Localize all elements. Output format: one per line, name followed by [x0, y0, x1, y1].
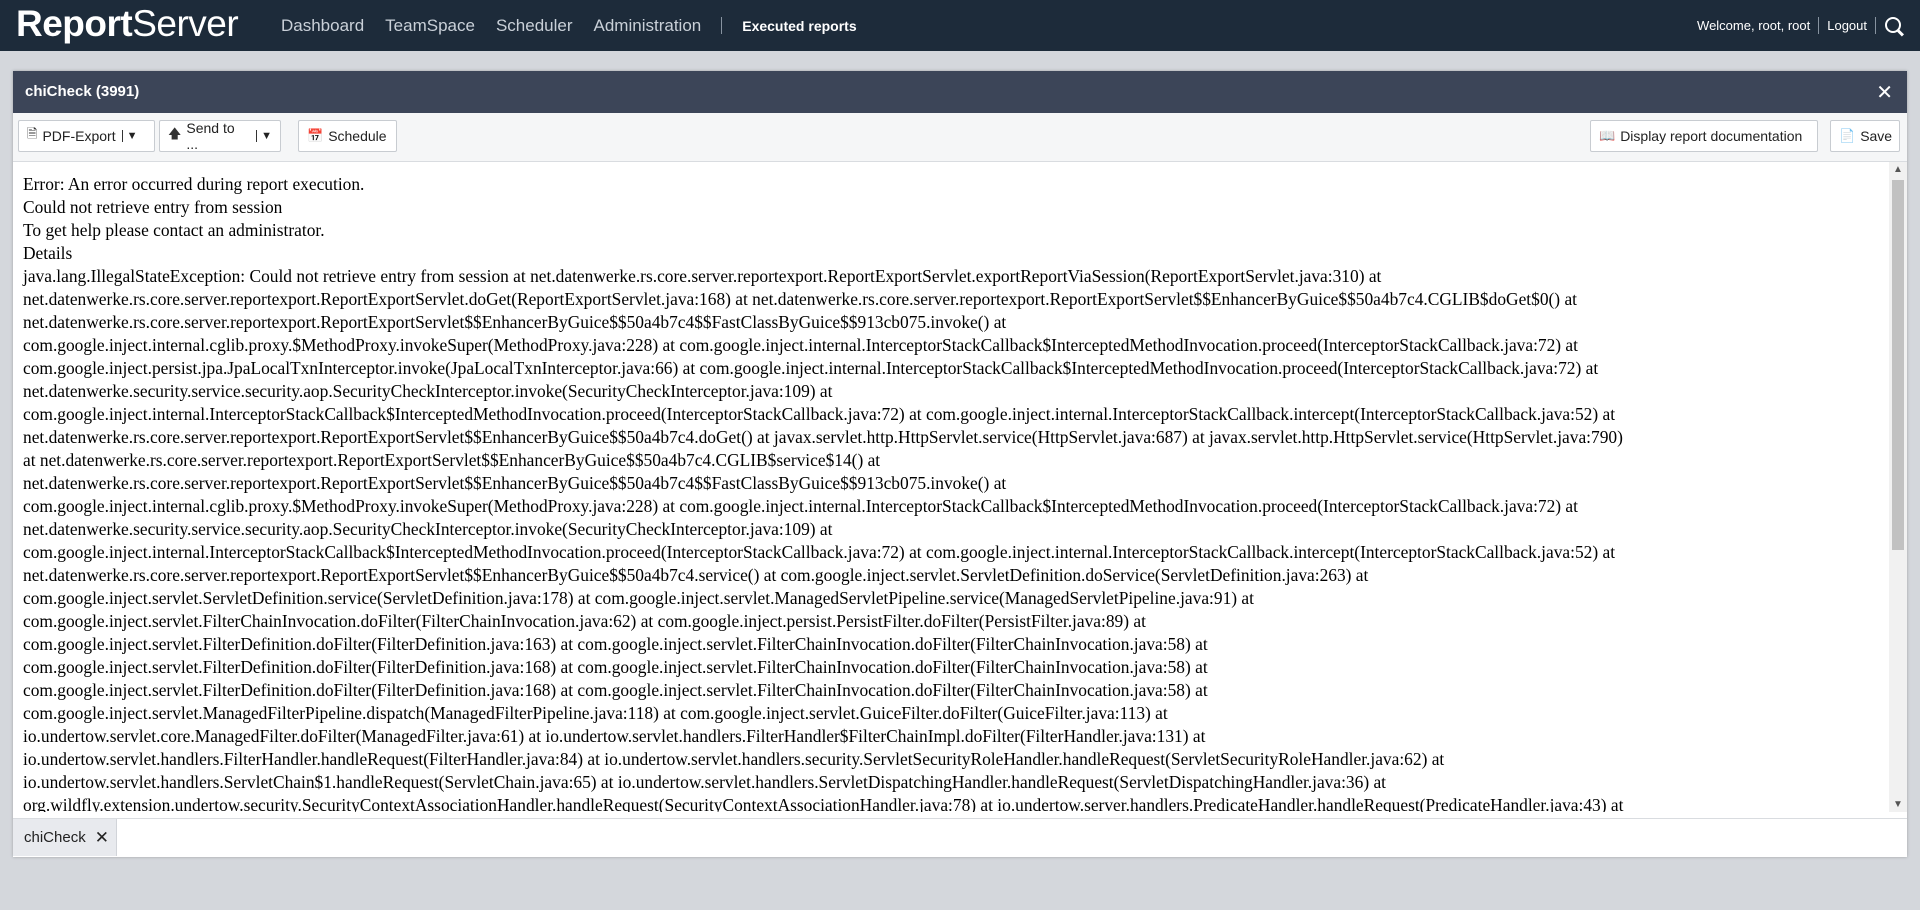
display-documentation-button[interactable]: 📖 Display report documentation: [1590, 120, 1818, 152]
error-line: Could not retrieve entry from session: [23, 197, 283, 217]
error-line: com.google.inject.servlet.FilterDefiniti…: [23, 657, 1208, 677]
nav-scheduler[interactable]: Scheduler: [496, 16, 573, 36]
file-icon: 📄: [1839, 128, 1856, 143]
panel-header: chiCheck (3991) ✕: [13, 71, 1907, 113]
error-line: com.google.inject.servlet.ServletDefinit…: [23, 588, 1254, 608]
error-line: io.undertow.servlet.handlers.FilterHandl…: [23, 749, 1445, 769]
scroll-thumb[interactable]: [1892, 180, 1904, 550]
error-line: net.datenwerke.security.service.security…: [23, 381, 833, 401]
save-label: Save: [1860, 128, 1893, 144]
reportserver-logo[interactable]: ReportServer: [16, 3, 239, 45]
error-line: com.google.inject.servlet.FilterDefiniti…: [23, 634, 1208, 654]
error-output: Error: An error occurred during report e…: [13, 162, 1889, 812]
nav-executed-reports[interactable]: Executed reports: [742, 18, 856, 34]
pdf-file-icon: 🗎: [27, 126, 38, 141]
book-icon: 📖: [1599, 128, 1616, 143]
upload-icon: 🡅: [168, 126, 182, 141]
error-line: com.google.inject.servlet.FilterChainInv…: [23, 611, 1146, 631]
nav-teamspace[interactable]: TeamSpace: [385, 16, 475, 36]
error-line: net.datenwerke.rs.core.server.reportexpo…: [23, 312, 1007, 332]
logo-bold-text: Report: [16, 3, 133, 44]
display-documentation-label: Display report documentation: [1620, 128, 1803, 144]
top-navigation-bar: ReportServer Dashboard TeamSpace Schedul…: [0, 0, 1920, 51]
calendar-icon: 📅: [307, 128, 324, 143]
report-panel: chiCheck (3991) ✕ 🗎 PDF-Export ▼ 🡅 Send …: [13, 71, 1907, 857]
nav-divider: [721, 17, 723, 34]
error-line: org.wildfly.extension.undertow.security.…: [23, 795, 1624, 812]
send-to-label: Send to ...: [186, 120, 235, 152]
welcome-text: Welcome, root, root: [1697, 18, 1811, 33]
search-icon[interactable]: [1884, 16, 1904, 36]
close-icon[interactable]: ✕: [1876, 80, 1893, 105]
tab-chicheck[interactable]: chiCheck ✕: [13, 819, 117, 856]
error-line: com.google.inject.servlet.ManagedFilterP…: [23, 703, 1168, 723]
pdf-export-label: PDF-Export: [42, 128, 116, 144]
tab-label: chiCheck: [24, 829, 86, 846]
error-line: java.lang.IllegalStateException: Could n…: [23, 266, 1382, 286]
panel-title: chiCheck (3991): [25, 83, 140, 100]
error-line: io.undertow.servlet.handlers.ServletChai…: [23, 772, 1387, 792]
error-line: To get help please contact an administra…: [23, 220, 325, 240]
send-to-button[interactable]: 🡅 Send to ... ▼: [159, 120, 281, 152]
error-line: com.google.inject.internal.cglib.proxy.$…: [23, 496, 1578, 516]
chevron-down-icon[interactable]: ▼: [256, 130, 272, 142]
error-line: at net.datenwerke.rs.core.server.reporte…: [23, 450, 881, 470]
user-divider: [1818, 17, 1820, 34]
schedule-button[interactable]: 📅 Schedule: [298, 120, 397, 152]
nav-dashboard[interactable]: Dashboard: [281, 16, 364, 36]
close-icon[interactable]: ✕: [95, 828, 109, 848]
error-line: net.datenwerke.rs.core.server.reportexpo…: [23, 473, 1007, 493]
error-line: io.undertow.servlet.core.ManagedFilter.d…: [23, 726, 1206, 746]
error-line: net.datenwerke.rs.core.server.reportexpo…: [23, 565, 1369, 585]
report-toolbar: 🗎 PDF-Export ▼ 🡅 Send to ... ▼ 📅 Schedul…: [13, 113, 1907, 162]
chevron-down-icon[interactable]: ▼: [121, 130, 137, 142]
tab-bar: chiCheck ✕: [13, 818, 1907, 857]
logout-link[interactable]: Logout: [1827, 18, 1867, 33]
schedule-label: Schedule: [328, 128, 387, 144]
search-divider: [1875, 17, 1876, 34]
error-line: com.google.inject.persist.jpa.JpaLocalTx…: [23, 358, 1599, 378]
error-line: com.google.inject.servlet.FilterDefiniti…: [23, 680, 1208, 700]
error-line: net.datenwerke.rs.core.server.reportexpo…: [23, 289, 1577, 309]
vertical-scrollbar[interactable]: ▲ ▼: [1889, 162, 1907, 812]
save-button[interactable]: 📄 Save: [1830, 120, 1900, 152]
error-line: net.datenwerke.security.service.security…: [23, 519, 833, 539]
error-line: com.google.inject.internal.InterceptorSt…: [23, 404, 1616, 424]
scroll-up-icon[interactable]: ▲: [1893, 164, 1903, 175]
scroll-down-icon[interactable]: ▼: [1893, 799, 1903, 810]
main-nav: Dashboard TeamSpace Scheduler Administra…: [281, 0, 857, 51]
pdf-export-button[interactable]: 🗎 PDF-Export ▼: [18, 120, 155, 152]
error-line: com.google.inject.internal.cglib.proxy.$…: [23, 335, 1578, 355]
error-line: Details: [23, 243, 73, 263]
error-line: Error: An error occurred during report e…: [23, 174, 365, 194]
logo-light-text: Server: [132, 3, 239, 44]
error-line: com.google.inject.internal.InterceptorSt…: [23, 542, 1616, 562]
user-area: Welcome, root, root Logout: [1697, 0, 1904, 51]
error-line: net.datenwerke.rs.core.server.reportexpo…: [23, 427, 1623, 447]
nav-administration[interactable]: Administration: [594, 16, 702, 36]
